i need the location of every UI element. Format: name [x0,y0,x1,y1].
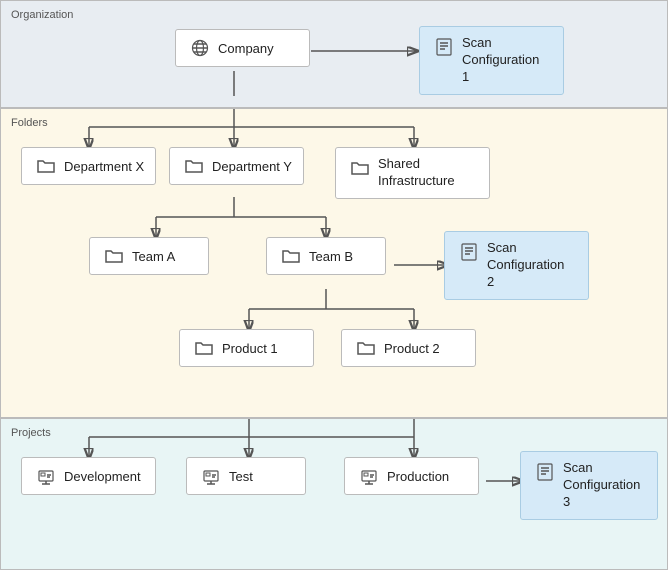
folder-x-icon [36,156,56,176]
scan-config-2-icon [459,242,479,262]
section-org: Organization [0,0,668,108]
scan-config-3-label: Scan Configuration 3 [563,460,643,511]
dept-y-label: Department Y [212,159,292,174]
scan-config-1-label: Scan Configuration 1 [462,35,549,86]
scan-config-3-icon [535,462,555,482]
production-label: Production [387,469,449,484]
folder-product-1-icon [194,338,214,358]
scan-config-2-node[interactable]: Scan Configuration 2 [444,231,589,300]
product-1-label: Product 1 [222,341,278,356]
section-projects: Projects [0,418,668,570]
team-b-node[interactable]: Team B [266,237,386,275]
product-2-label: Product 2 [384,341,440,356]
company-label: Company [218,41,274,56]
folder-product-2-icon [356,338,376,358]
folder-y-icon [184,156,204,176]
shared-infra-node[interactable]: Shared Infrastructure [335,147,490,199]
folder-team-b-icon [281,246,301,266]
team-a-label: Team A [132,249,175,264]
test-icon [201,466,221,486]
folder-team-a-icon [104,246,124,266]
scan-config-2-label: Scan Configuration 2 [487,240,574,291]
company-node[interactable]: Company [175,29,310,67]
dept-x-node[interactable]: Department X [21,147,156,185]
production-icon [359,466,379,486]
development-node[interactable]: Development [21,457,156,495]
scan-config-1-icon [434,37,454,57]
dept-x-label: Department X [64,159,144,174]
team-b-label: Team B [309,249,353,264]
globe-icon [190,38,210,58]
team-a-node[interactable]: Team A [89,237,209,275]
test-label: Test [229,469,253,484]
section-folders: Folders [0,108,668,418]
scan-config-3-node[interactable]: Scan Configuration 3 [520,451,658,520]
scan-config-1-node[interactable]: Scan Configuration 1 [419,26,564,95]
shared-infra-label: Shared Infrastructure [378,156,455,190]
projects-label: Projects [11,427,657,439]
folder-shared-icon [350,158,370,178]
diagram-container: Organization [0,0,668,570]
folders-label: Folders [11,117,657,129]
production-node[interactable]: Production [344,457,479,495]
product-2-node[interactable]: Product 2 [341,329,476,367]
development-icon [36,466,56,486]
product-1-node[interactable]: Product 1 [179,329,314,367]
development-label: Development [64,469,141,484]
org-label: Organization [11,9,657,21]
dept-y-node[interactable]: Department Y [169,147,304,185]
test-node[interactable]: Test [186,457,306,495]
